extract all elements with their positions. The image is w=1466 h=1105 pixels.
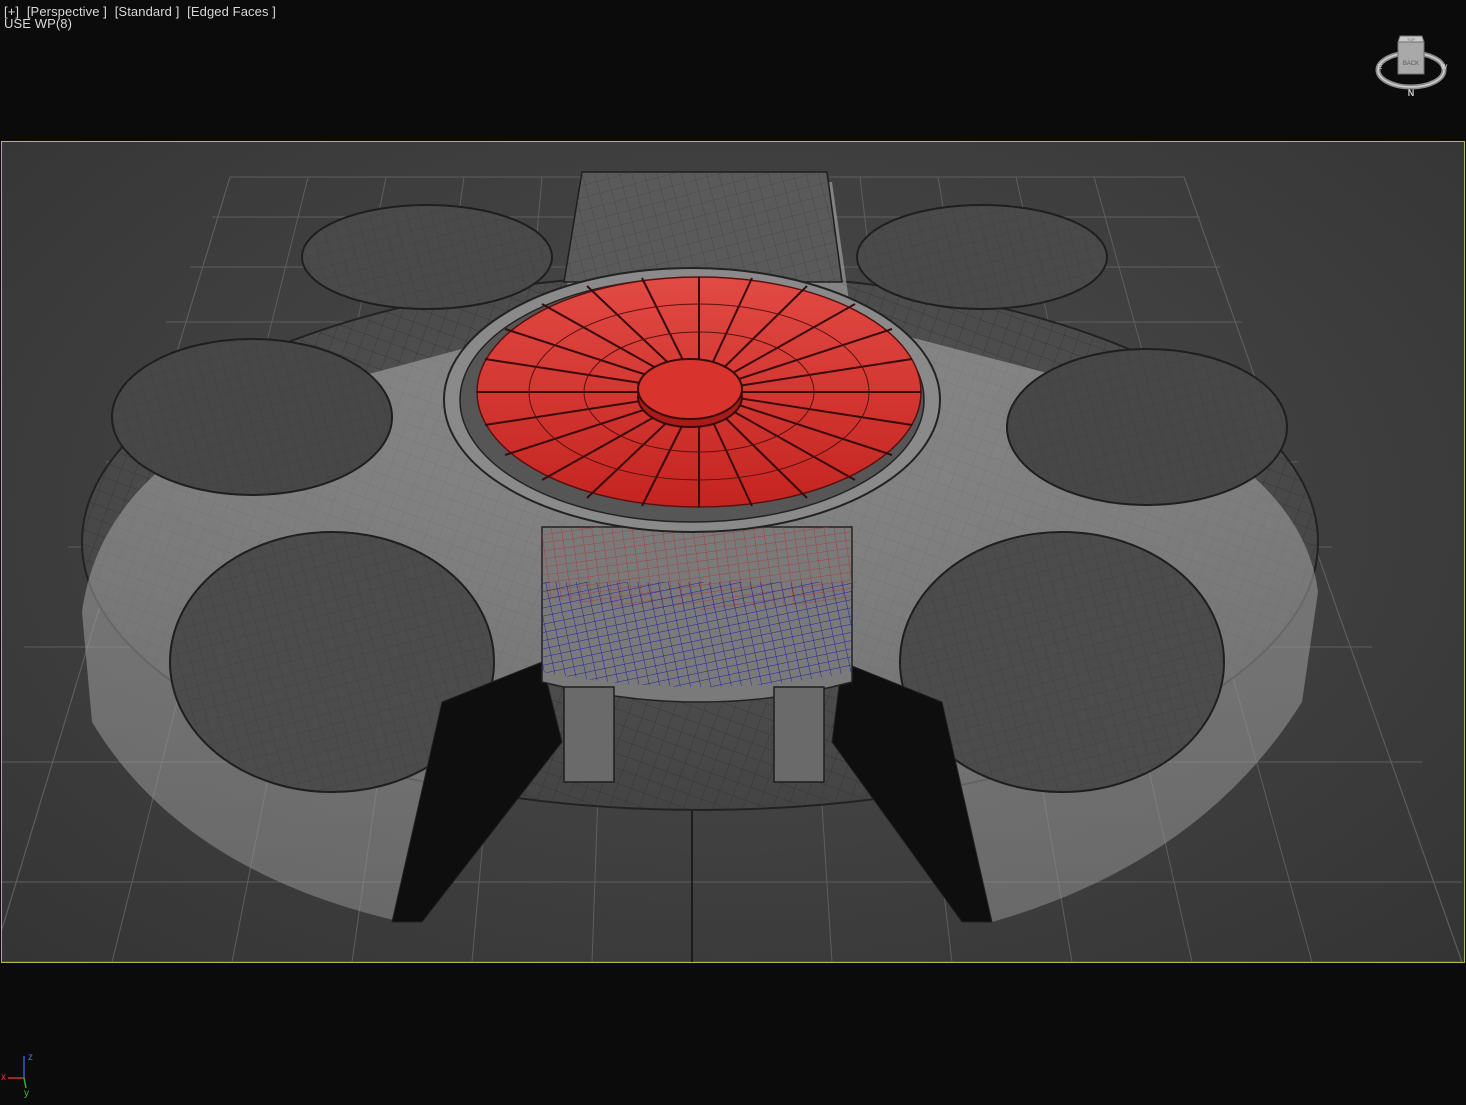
viewcube-face-label: BACK bbox=[1403, 61, 1419, 67]
ufo-model[interactable] bbox=[81, 171, 1319, 923]
selected-red-fan[interactable] bbox=[476, 276, 922, 508]
viewcube-top-label: TOP bbox=[1407, 37, 1415, 42]
viewcube[interactable]: BACK TOP N E W bbox=[1372, 32, 1450, 100]
perspective-viewport[interactable]: [+] [Perspective ] [Standard ] [Edged Fa… bbox=[0, 0, 1466, 1105]
compass-east-label: E bbox=[1378, 64, 1383, 71]
axis-tripod: z x y bbox=[1, 1052, 33, 1098]
viewport-display-menu[interactable]: [Edged Faces ] bbox=[187, 4, 276, 19]
compass-north-label: N bbox=[1408, 88, 1415, 98]
axis-x-label: x bbox=[1, 1072, 6, 1083]
fan-hub[interactable] bbox=[637, 358, 743, 420]
compass-west-label: W bbox=[1441, 64, 1448, 71]
scene-canvas[interactable] bbox=[2, 142, 1465, 963]
safe-frame bbox=[1, 141, 1465, 963]
axis-y-label: y bbox=[24, 1088, 29, 1098]
viewcube-back-face[interactable] bbox=[1397, 41, 1425, 75]
axis-z-label: z bbox=[28, 1052, 33, 1063]
selected-blue-geometry[interactable] bbox=[542, 582, 852, 687]
landing-leg-right[interactable] bbox=[773, 686, 825, 783]
workplane-label: USE WP(8) bbox=[4, 16, 73, 31]
viewport-label-menu: [+] [Perspective ] [Standard ] [Edged Fa… bbox=[4, 4, 280, 31]
landing-leg-left[interactable] bbox=[563, 686, 615, 783]
viewport-shading-menu[interactable]: [Standard ] bbox=[115, 4, 180, 19]
